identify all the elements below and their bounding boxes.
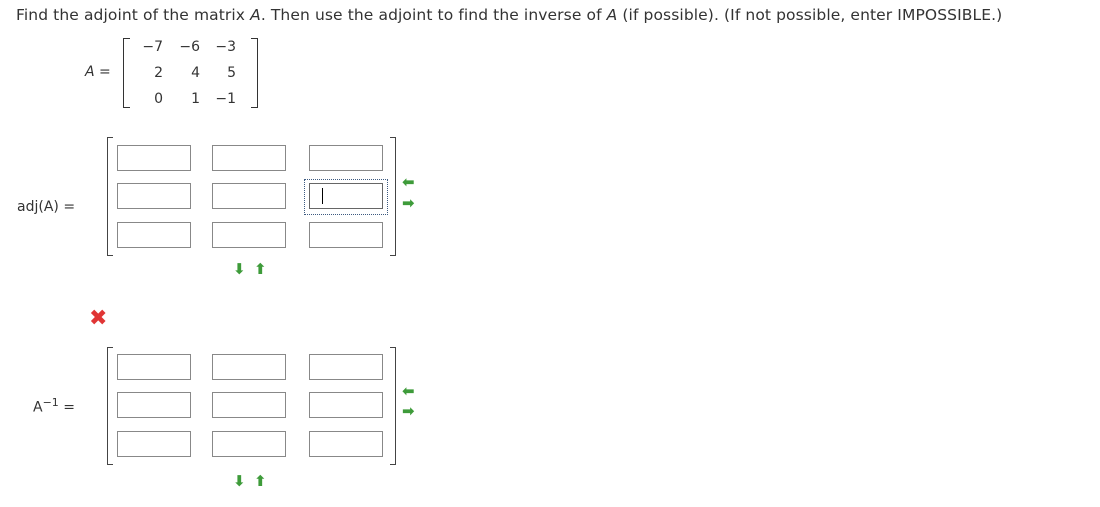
arrow-left-icon[interactable]: ⬅ — [402, 384, 415, 399]
inverse-input-r2c2[interactable] — [212, 392, 286, 418]
adj-input-r3c1[interactable] — [117, 222, 191, 248]
matrix-a-cell: 0 — [154, 91, 163, 107]
arrow-down-icon[interactable]: ⬇ — [233, 262, 246, 277]
adj-input-r2c2[interactable] — [212, 183, 286, 209]
matrix-a-cell: −3 — [215, 39, 236, 55]
adj-input-r2c1[interactable] — [117, 183, 191, 209]
inverse-label-base: A — [33, 399, 43, 416]
arrow-up-icon[interactable]: ⬆ — [254, 474, 267, 489]
arrow-down-icon[interactable]: ⬇ — [233, 474, 246, 489]
inverse-input-r1c3[interactable] — [309, 354, 383, 380]
matrix-a-cell: −7 — [142, 39, 163, 55]
matrix-a-bracket-right — [251, 38, 258, 108]
prompt-text: (if possible). (If not possible, enter I… — [617, 6, 1003, 24]
prompt-var: A — [250, 6, 261, 24]
matrix-a-cell: 4 — [191, 65, 200, 81]
arrow-right-icon[interactable]: ➡ — [402, 404, 415, 419]
inverse-label: A−1 = — [33, 396, 75, 416]
focus-indicator — [304, 179, 388, 215]
incorrect-x-icon: ✖ — [89, 306, 108, 331]
arrow-up-icon[interactable]: ⬆ — [254, 262, 267, 277]
inverse-input-r2c1[interactable] — [117, 392, 191, 418]
adj-input-r1c3[interactable] — [309, 145, 383, 171]
inverse-input-r1c1[interactable] — [117, 354, 191, 380]
adj-label-text: adj(A) — [17, 199, 59, 215]
matrix-a-var: A — [85, 64, 95, 80]
adj-input-r3c2[interactable] — [212, 222, 286, 248]
equals-sign: = — [63, 399, 75, 416]
text-caret — [322, 188, 323, 204]
adj-input-r1c1[interactable] — [117, 145, 191, 171]
equals-sign: = — [99, 64, 111, 80]
adj-bracket-left — [107, 137, 113, 256]
inverse-label-exp: −1 — [42, 396, 59, 409]
matrix-a-cell: −6 — [179, 39, 200, 55]
inverse-input-r3c1[interactable] — [117, 431, 191, 457]
question-prompt: Find the adjoint of the matrix A. Then u… — [16, 6, 1002, 24]
adj-input-r1c2[interactable] — [212, 145, 286, 171]
inverse-bracket-left — [107, 347, 113, 465]
inverse-input-r1c2[interactable] — [212, 354, 286, 380]
prompt-var: A — [606, 6, 618, 24]
equals-sign: = — [63, 199, 76, 215]
prompt-text: . Then use the adjoint to find the inver… — [260, 6, 607, 24]
inverse-input-r2c3[interactable] — [309, 392, 383, 418]
adj-bracket-right — [390, 137, 396, 256]
inverse-input-r3c2[interactable] — [212, 431, 286, 457]
adj-label: adj(A) = — [17, 199, 75, 215]
matrix-a-cell: 1 — [191, 91, 200, 107]
adj-input-r3c3[interactable] — [309, 222, 383, 248]
inverse-bracket-right — [390, 347, 396, 465]
matrix-a-cell: 5 — [227, 65, 236, 81]
arrow-left-icon[interactable]: ⬅ — [402, 175, 415, 190]
matrix-a-cell: 2 — [154, 65, 163, 81]
matrix-a-cell: −1 — [215, 91, 236, 107]
matrix-a-bracket-left — [123, 38, 130, 108]
inverse-input-r3c3[interactable] — [309, 431, 383, 457]
matrix-a-label: A = — [85, 64, 111, 80]
arrow-right-icon[interactable]: ➡ — [402, 196, 415, 211]
prompt-text: Find the adjoint of the matrix — [16, 6, 251, 24]
